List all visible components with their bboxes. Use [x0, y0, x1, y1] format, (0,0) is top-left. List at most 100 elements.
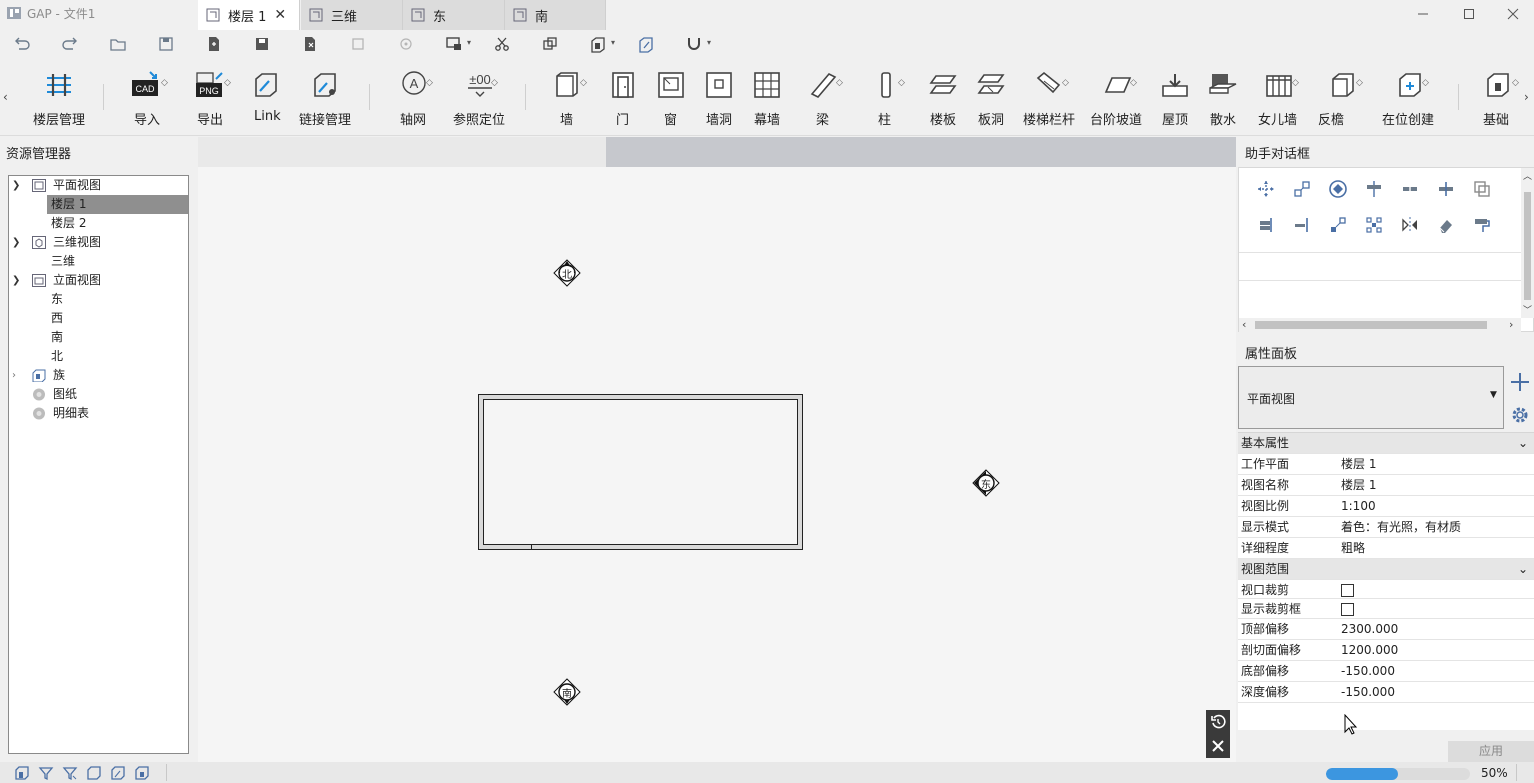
offset-tool-button[interactable]	[1397, 176, 1423, 202]
property-row-view-scale[interactable]: 视图比例 1:100	[1238, 496, 1534, 517]
ribbon-scroll-left-icon[interactable]: ‹	[3, 90, 8, 104]
rotate-tool-button[interactable]	[1325, 176, 1351, 202]
chevron-down-icon[interactable]: ▾	[611, 38, 615, 47]
select-links-icon[interactable]	[14, 765, 30, 781]
view-options-button[interactable]	[442, 32, 466, 56]
tree-node-schedules[interactable]: 明细表	[9, 404, 188, 423]
property-row-viewport-crop[interactable]: 视口裁剪	[1238, 580, 1534, 599]
type-settings-button[interactable]	[1505, 401, 1534, 429]
chevron-down-icon[interactable]: ◇	[1292, 78, 1299, 88]
mirror-tool-button[interactable]	[1397, 212, 1423, 238]
close-float-button[interactable]	[1206, 734, 1230, 758]
copy-tool-button[interactable]	[1289, 176, 1315, 202]
split-tool-button[interactable]	[1433, 176, 1459, 202]
show-crop-box-checkbox[interactable]	[1341, 603, 1354, 616]
tree-item-south[interactable]: 南	[9, 328, 188, 347]
target-button[interactable]	[394, 32, 418, 56]
reset-view-button[interactable]	[1206, 710, 1230, 734]
property-row-bottom-offset[interactable]: 底部偏移 -150.000	[1238, 661, 1534, 682]
snap-button[interactable]	[682, 32, 706, 56]
ribbon-scroll-right-icon[interactable]: ›	[1524, 90, 1529, 104]
reference-position-button[interactable]: ±00 参照定位 ◇	[452, 60, 508, 136]
new-file-button[interactable]	[202, 32, 226, 56]
grid-button[interactable]: A 轴网 ◇	[388, 60, 440, 136]
chevron-down-icon[interactable]: ◇	[1062, 78, 1069, 88]
property-group-view-range[interactable]: 视图范围 ⌄	[1238, 559, 1534, 580]
scroll-up-icon[interactable]: ︿	[1523, 169, 1532, 182]
wall-button[interactable]: 墙 ◇	[540, 60, 592, 136]
stair-railing-button[interactable]: 楼梯栏杆 ◇	[1020, 60, 1078, 136]
chevron-down-icon[interactable]: ◇	[161, 78, 168, 88]
collapse-chevron-icon[interactable]: ⌄	[1518, 559, 1528, 579]
chevron-down-icon[interactable]: ◇	[1130, 78, 1137, 88]
scrollbar-thumb[interactable]	[1255, 321, 1487, 329]
tree-node-families[interactable]: › 族	[9, 366, 188, 385]
step-ramp-button[interactable]: 台阶坡道 ◇	[1088, 60, 1148, 136]
type-selector[interactable]: 平面视图 ▼	[1238, 366, 1504, 429]
east-elevation-marker[interactable]: 东	[972, 469, 1000, 497]
roof-button[interactable]: 屋顶	[1158, 60, 1192, 136]
chevron-down-icon[interactable]: ◇	[491, 78, 498, 88]
array-grid-tool-button[interactable]	[1361, 212, 1387, 238]
tree-item-floor-1[interactable]: 楼层 1	[47, 195, 188, 214]
filter-icon[interactable]	[62, 765, 78, 781]
expanded-chevron-icon[interactable]: ❯	[12, 233, 24, 252]
north-elevation-marker[interactable]: 北	[553, 259, 581, 287]
tree-item-floor-2[interactable]: 楼层 2	[9, 214, 188, 233]
floor-slab-button[interactable]: 楼板	[926, 60, 960, 136]
collapsed-chevron-icon[interactable]: ›	[12, 366, 24, 385]
tree-node-elevation-views[interactable]: ❯ 立面视图	[9, 271, 188, 290]
array-tool-button[interactable]	[1469, 176, 1495, 202]
scale-tool-button[interactable]	[1325, 212, 1351, 238]
in-place-create-button[interactable]: 在位创建 ◇	[1380, 60, 1440, 136]
property-row-top-offset[interactable]: 顶部偏移 2300.000	[1238, 619, 1534, 640]
window-button[interactable]: 窗	[654, 60, 688, 136]
add-type-button[interactable]	[1505, 368, 1534, 396]
align-tool-button[interactable]	[1361, 176, 1387, 202]
scroll-right-icon[interactable]: ›	[1509, 318, 1513, 331]
select-family-icon[interactable]	[134, 765, 150, 781]
curtain-wall-button[interactable]: 幕墙	[750, 60, 784, 136]
property-row-depth-offset[interactable]: 深度偏移 -150.000	[1238, 682, 1534, 703]
cut-button[interactable]	[490, 32, 514, 56]
save-button[interactable]	[154, 32, 178, 56]
chevron-down-icon[interactable]: ▾	[467, 38, 471, 47]
cube-button[interactable]	[346, 32, 370, 56]
undo-button[interactable]	[10, 32, 34, 56]
import-button[interactable]: CAD 导入 ◇	[120, 60, 172, 136]
assistant-horizontal-scrollbar[interactable]: ‹ ›	[1239, 318, 1521, 332]
tree-item-north[interactable]: 北	[9, 347, 188, 366]
property-group-basic[interactable]: 基本属性 ⌄	[1238, 433, 1534, 454]
chevron-down-icon[interactable]: ◇	[426, 78, 433, 88]
chevron-down-icon[interactable]: ▾	[707, 38, 711, 47]
tab-south[interactable]: 南	[505, 0, 606, 30]
assistant-vertical-scrollbar[interactable]: ︿ ﹀	[1521, 168, 1534, 318]
property-row-work-plane[interactable]: 工作平面 楼层 1	[1238, 454, 1534, 475]
export-file-button[interactable]	[298, 32, 322, 56]
tree-node-sheets[interactable]: 图纸	[9, 385, 188, 404]
slab-opening-button[interactable]: 板洞	[974, 60, 1008, 136]
parapet-button[interactable]: 女儿墙 ◇	[1254, 60, 1304, 136]
chevron-down-icon[interactable]: ◇	[1512, 78, 1519, 88]
tab-east[interactable]: 东	[403, 0, 505, 30]
open-file-button[interactable]	[106, 32, 130, 56]
property-row-detail-level[interactable]: 详细程度 粗略	[1238, 538, 1534, 559]
column-button[interactable]: 柱 ◇	[862, 60, 910, 136]
foundation-button[interactable]: 基础 ◇	[1474, 60, 1522, 136]
align-left-tool-button[interactable]	[1253, 212, 1279, 238]
export-button[interactable]: PNG 导出 ◇	[184, 60, 236, 136]
erase-tool-button[interactable]	[1433, 212, 1459, 238]
filter-icon[interactable]	[38, 765, 54, 781]
property-row-cut-plane-offset[interactable]: 剖切面偏移 1200.000	[1238, 640, 1534, 661]
chevron-down-icon[interactable]: ◇	[1356, 78, 1363, 88]
tab-3d[interactable]: 三维	[301, 0, 403, 30]
link-button[interactable]: Link	[248, 60, 284, 136]
tree-node-plan-views[interactable]: ❯ 平面视图	[9, 176, 188, 195]
tree-item-3d[interactable]: 三维	[9, 252, 188, 271]
collapse-chevron-icon[interactable]: ⌄	[1518, 433, 1528, 453]
south-elevation-marker[interactable]: 南	[553, 678, 581, 706]
copy-button[interactable]	[538, 32, 562, 56]
apply-button[interactable]: 应用	[1448, 741, 1534, 762]
close-tab-icon[interactable]: ✕	[274, 7, 286, 23]
expanded-chevron-icon[interactable]: ❯	[12, 271, 24, 290]
